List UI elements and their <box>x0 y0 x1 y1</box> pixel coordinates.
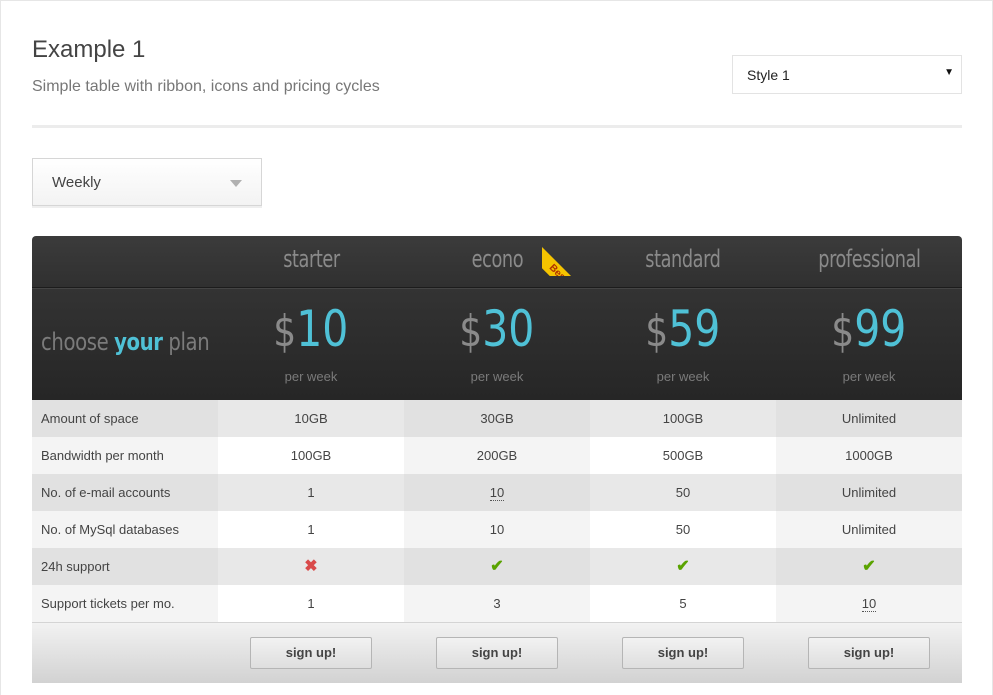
feature-value: 5 <box>590 585 776 622</box>
price-professional: $99 per week <box>776 289 962 400</box>
currency-symbol: $ <box>459 306 483 357</box>
check-icon: ✔ <box>676 558 690 575</box>
feature-value: 1000GB <box>776 437 962 474</box>
plan-name: professional <box>817 245 921 273</box>
signup-button-standard[interactable]: sign up! <box>622 637 744 669</box>
price-econo: $30 per week <box>404 289 590 400</box>
style-select[interactable]: Style 1 ▼ <box>732 55 962 94</box>
feature-value: 100GB <box>218 437 404 474</box>
feature-value: 100GB <box>590 400 776 437</box>
feature-label: Support tickets per mo. <box>32 585 218 622</box>
price-period: per week <box>842 369 896 384</box>
cross-icon: ✖ <box>304 558 318 575</box>
style-select-value: Style 1 <box>747 67 790 83</box>
tagline-post: plan <box>162 328 210 356</box>
signup-row: sign up! sign up! sign up! sign up! <box>32 622 962 683</box>
plan-name: standard <box>645 245 721 273</box>
feature-value: 500GB <box>590 437 776 474</box>
check-icon: ✔ <box>490 558 504 575</box>
feature-value: 10 <box>404 511 590 548</box>
price-standard: $59 per week <box>590 289 776 400</box>
currency-symbol: $ <box>273 306 297 357</box>
plan-name: starter <box>282 245 340 273</box>
feature-value: 10GB <box>218 400 404 437</box>
feature-label: Bandwidth per month <box>32 437 218 474</box>
plan-header-professional: professional <box>776 236 962 287</box>
page-title: Example 1 <box>32 36 146 63</box>
price-period: per week <box>470 369 524 384</box>
feature-value: 50 <box>590 511 776 548</box>
page-subtitle: Simple table with ribbon, icons and pric… <box>32 78 380 95</box>
check-icon: ✔ <box>862 558 876 575</box>
divider <box>32 125 962 128</box>
feature-row: Bandwidth per month 100GB 200GB 500GB 10… <box>32 437 962 474</box>
price-period: per week <box>656 369 710 384</box>
feature-value: 1 <box>218 585 404 622</box>
feature-value: ✔ <box>590 548 776 585</box>
price-amount: 30 <box>482 300 535 358</box>
feature-value: ✖ <box>218 548 404 585</box>
feature-value: 30GB <box>404 400 590 437</box>
price-amount: 59 <box>668 300 721 358</box>
signup-button-professional[interactable]: sign up! <box>808 637 930 669</box>
tagline-pre: choose <box>41 328 115 356</box>
feature-value: 3 <box>404 585 590 622</box>
plan-header-row: starter econo standard professional Best… <box>32 236 962 288</box>
price-value: $99 <box>831 289 906 365</box>
tagline-accent: your <box>114 328 163 356</box>
feature-value: Unlimited <box>776 511 962 548</box>
price-amount: 10 <box>296 300 349 358</box>
feature-row: 24h support ✖ ✔ ✔ ✔ <box>32 548 962 585</box>
price-amount: 99 <box>854 300 907 358</box>
feature-label: No. of e-mail accounts <box>32 474 218 511</box>
best-ribbon: Best! <box>542 236 590 276</box>
feature-label: 24h support <box>32 548 218 585</box>
feature-value: Unlimited <box>776 400 962 437</box>
feature-row: No. of e-mail accounts 1 10 50 Unlimited <box>32 474 962 511</box>
feature-value: ✔ <box>404 548 590 585</box>
feature-value: Unlimited <box>776 474 962 511</box>
feature-value: 1 <box>218 511 404 548</box>
currency-symbol: $ <box>645 306 669 357</box>
pricing-cycle-value: Weekly <box>52 174 101 191</box>
feature-value: 1 <box>218 474 404 511</box>
feature-label: No. of MySql databases <box>32 511 218 548</box>
plan-header-standard: standard <box>590 236 776 287</box>
feature-value-tooltip[interactable]: 10 <box>489 485 505 501</box>
feature-value-tooltip-cell: 10 <box>404 474 590 511</box>
price-period: per week <box>284 369 338 384</box>
price-row: choose your plan $10 per week $30 per we… <box>32 288 962 400</box>
pricing-table: starter econo standard professional Best… <box>32 236 962 683</box>
price-value: $59 <box>645 289 720 365</box>
feature-value: ✔ <box>776 548 962 585</box>
feature-label: Amount of space <box>32 400 218 437</box>
feature-row: Support tickets per mo. 1 3 5 10 <box>32 585 962 622</box>
feature-row: No. of MySql databases 1 10 50 Unlimited <box>32 511 962 548</box>
price-value: $30 <box>459 289 534 365</box>
ribbon-label: Best! <box>542 245 590 276</box>
price-value: $10 <box>273 289 348 365</box>
feature-value-tooltip-cell: 10 <box>776 585 962 622</box>
currency-symbol: $ <box>831 306 855 357</box>
price-starter: $10 per week <box>218 289 404 400</box>
plan-name: econo <box>471 245 523 273</box>
chevron-down-icon <box>230 180 242 187</box>
signup-button-starter[interactable]: sign up! <box>250 637 372 669</box>
feature-row: Amount of space 10GB 30GB 100GB Unlimite… <box>32 400 962 437</box>
pricing-cycle-select[interactable]: Weekly <box>32 158 262 206</box>
dropdown-arrow-icon: ▼ <box>944 67 954 78</box>
choose-plan-tagline: choose your plan <box>41 328 210 356</box>
feature-value: 200GB <box>404 437 590 474</box>
plan-header-starter: starter <box>218 236 404 287</box>
feature-value: 50 <box>590 474 776 511</box>
feature-value-tooltip[interactable]: 10 <box>861 596 877 612</box>
signup-button-econo[interactable]: sign up! <box>436 637 558 669</box>
